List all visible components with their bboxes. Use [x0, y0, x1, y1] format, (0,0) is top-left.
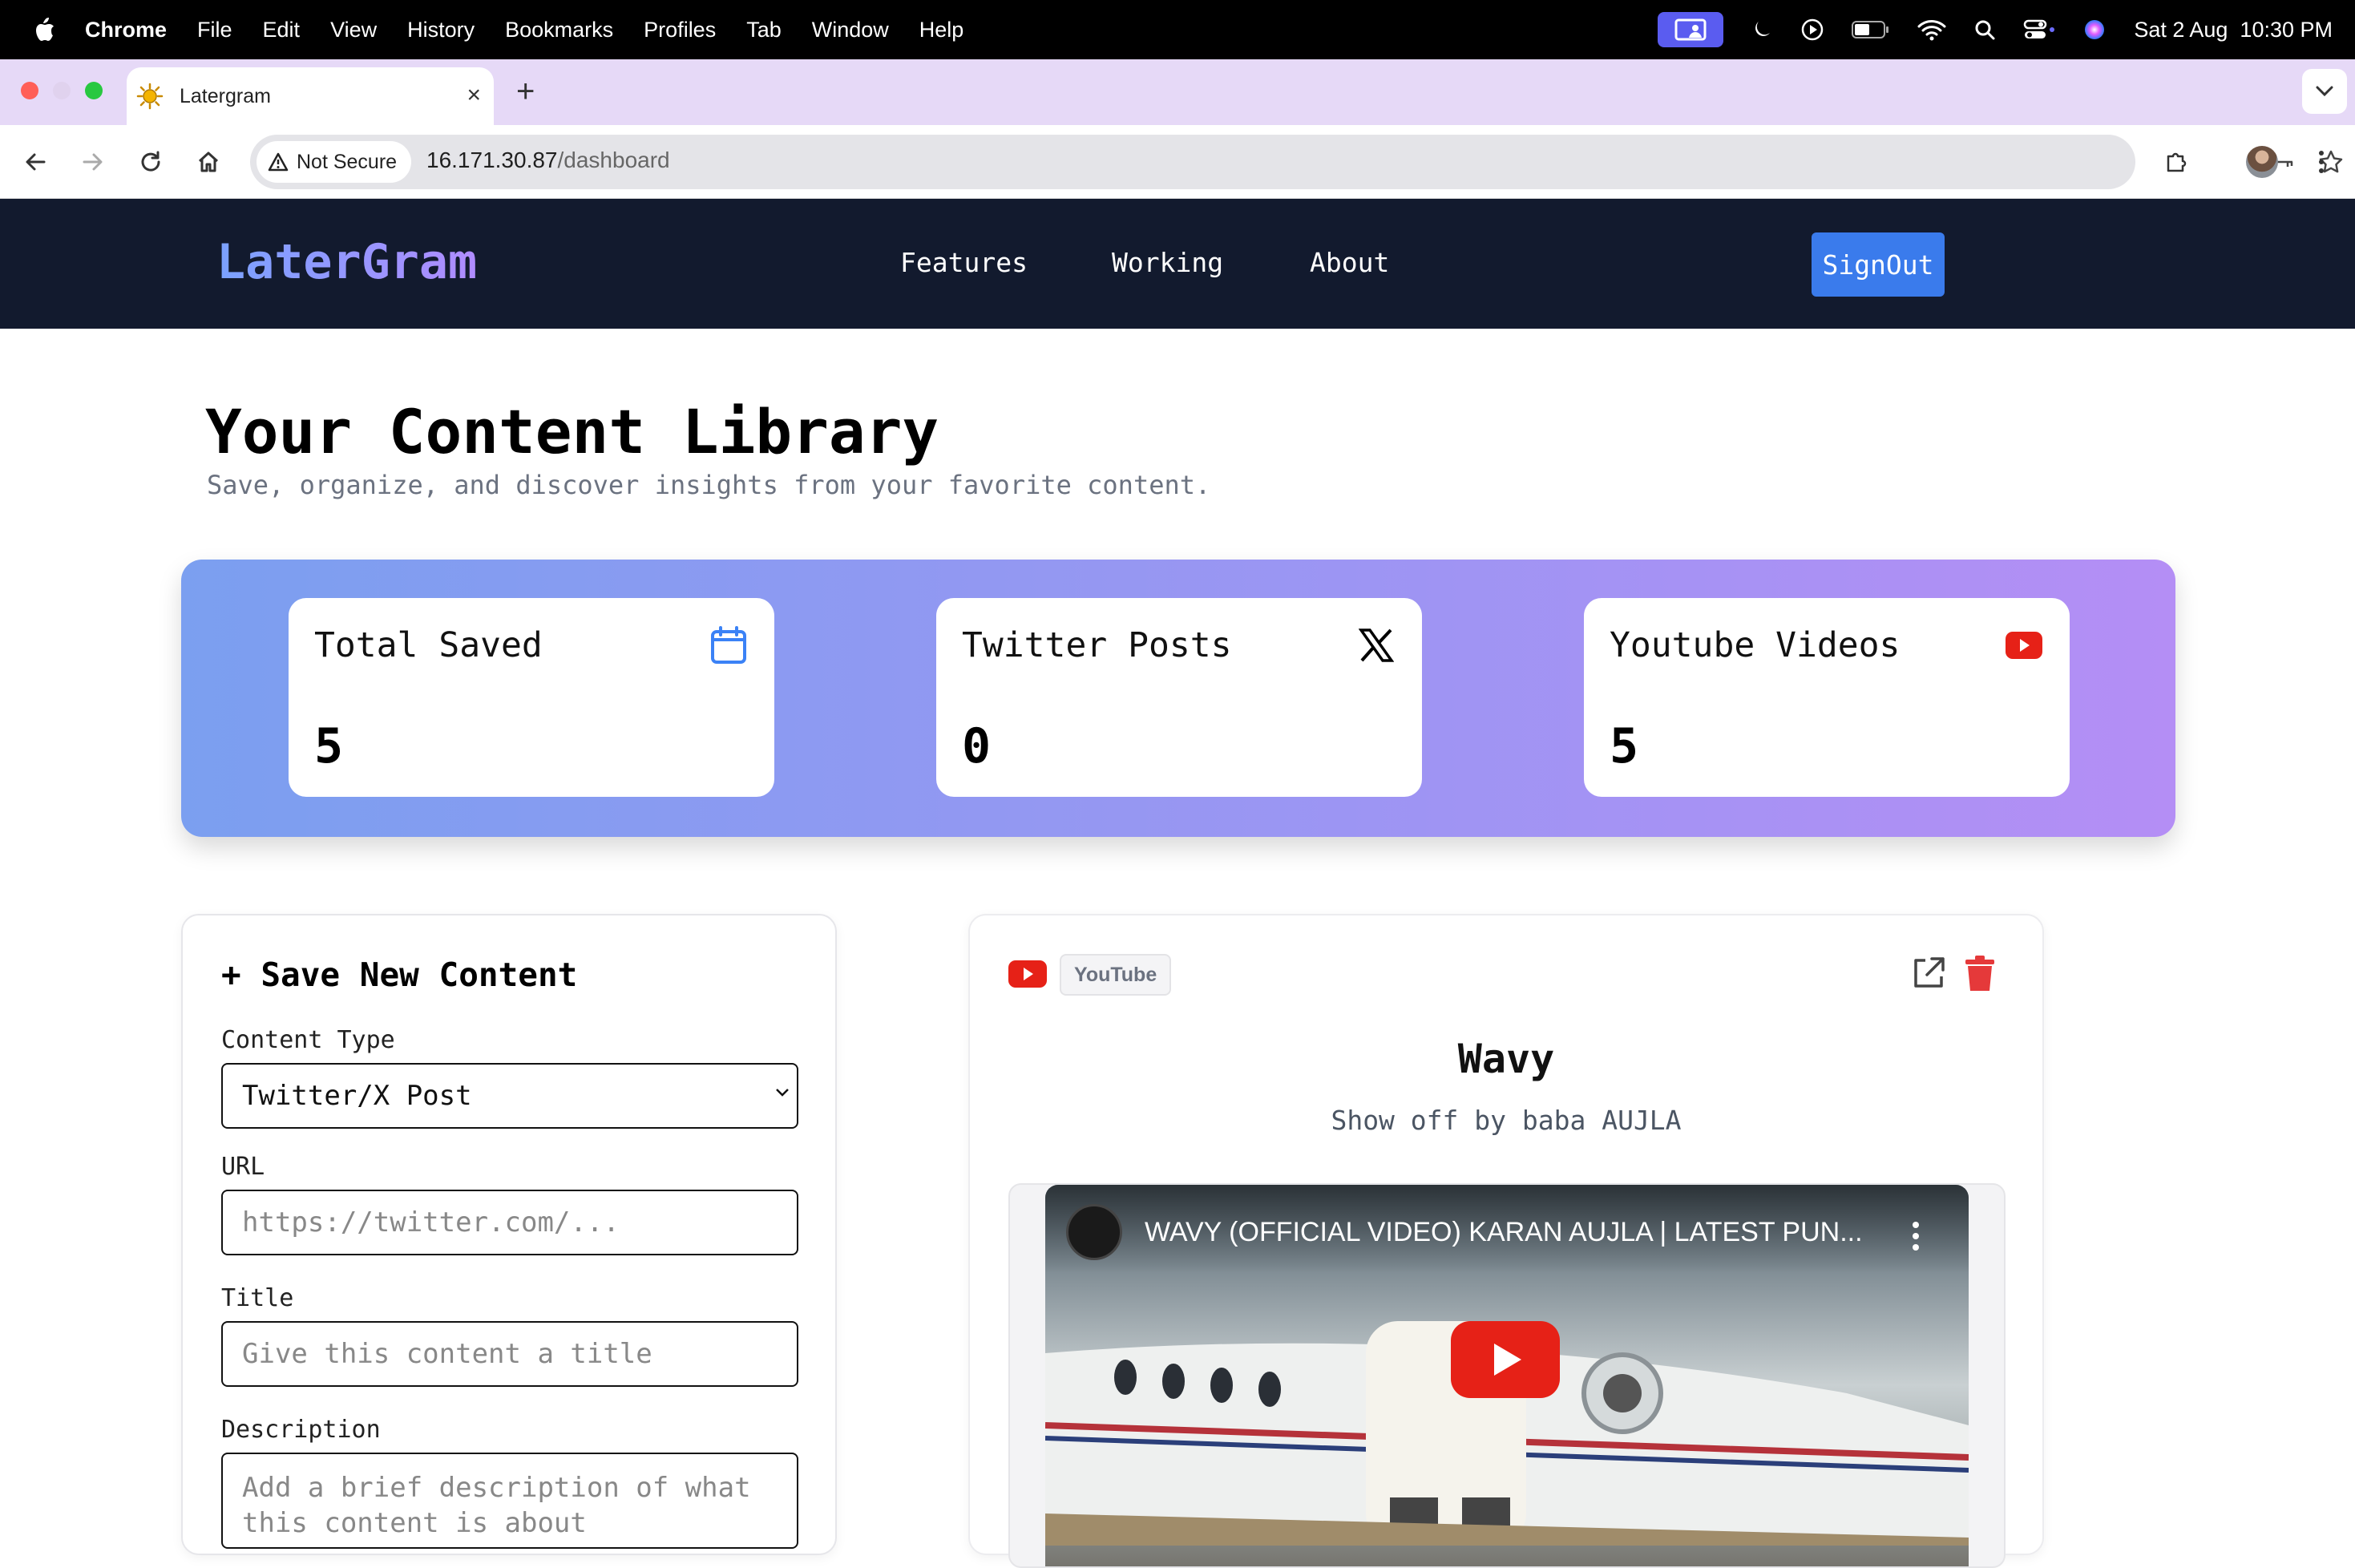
play-button-icon[interactable] [1451, 1321, 1560, 1398]
url-text[interactable]: 16.171.30.87/dashboard [426, 148, 670, 173]
menu-help[interactable]: Help [919, 18, 964, 42]
page-subtitle: Save, organize, and discover insights fr… [207, 470, 1211, 500]
content-description: Show off by baba AUJLA [1331, 1105, 1682, 1136]
content-card: YouTube Wavy Show off by baba AUJLA WAVY… [968, 914, 2044, 1568]
title-label: Title [221, 1284, 294, 1312]
tab-search-button[interactable] [2302, 69, 2347, 114]
description-textarea[interactable]: Add a brief description of what this con… [221, 1453, 798, 1549]
stats-panel: Total Saved 5 Twitter Posts 0 Youtube Vi… [181, 560, 2175, 837]
address-bar[interactable]: Not Secure 16.171.30.87/dashboard [250, 135, 2343, 189]
menu-view[interactable]: View [330, 18, 377, 42]
title-placeholder: Give this content a title [242, 1338, 652, 1370]
description-placeholder: Add a brief description of what this con… [242, 1472, 751, 1539]
page-title: Your Content Library [205, 396, 939, 467]
menu-file[interactable]: File [197, 18, 232, 42]
menu-edit[interactable]: Edit [263, 18, 301, 42]
trash-icon[interactable] [1962, 954, 1998, 992]
youtube-icon [1008, 960, 1047, 988]
wifi-icon[interactable] [1917, 18, 1946, 41]
menu-app-name[interactable]: Chrome [85, 18, 167, 42]
stat-card-total-saved: Total Saved 5 [289, 598, 774, 797]
back-arrow-icon[interactable] [19, 146, 51, 178]
video-embed-frame: WAVY (OFFICIAL VIDEO) KARAN AUJLA | LATE… [1008, 1183, 2006, 1568]
screen-share-icon[interactable] [1658, 12, 1724, 47]
app-navbar: LaterGram Features Working About SignOut [0, 199, 2355, 329]
stat-label: Youtube Videos [1610, 625, 1901, 665]
chevron-down-icon [776, 1089, 789, 1097]
content-title: Wavy [1457, 1036, 1555, 1082]
media-play-icon[interactable] [1800, 18, 1824, 42]
menu-window[interactable]: Window [812, 18, 889, 42]
signout-button[interactable]: SignOut [1812, 232, 1945, 297]
content-type-value: Twitter/X Post [242, 1080, 472, 1112]
extensions-puzzle-icon[interactable] [2161, 146, 2193, 178]
latergram-logo[interactable]: LaterGram [216, 234, 477, 290]
channel-avatar[interactable] [1066, 1204, 1122, 1260]
url-input[interactable]: https://twitter.com/... [221, 1190, 798, 1255]
home-icon[interactable] [192, 146, 224, 178]
save-content-form: + Save New Content Content Type Twitter/… [181, 914, 837, 1555]
browser-tab-active[interactable]: Latergram × [127, 67, 494, 125]
url-placeholder: https://twitter.com/... [242, 1206, 620, 1239]
stat-label: Twitter Posts [962, 625, 1232, 665]
title-input[interactable]: Give this content a title [221, 1321, 798, 1387]
apple-logo-icon[interactable] [32, 16, 56, 43]
spotlight-search-icon[interactable] [1973, 18, 1996, 41]
reload-icon[interactable] [135, 146, 167, 178]
url-host: 16.171.30.87 [426, 148, 558, 172]
warning-triangle-icon [268, 152, 289, 172]
tab-close-icon[interactable]: × [467, 83, 481, 107]
security-label: Not Secure [297, 150, 398, 173]
stat-label: Total Saved [314, 625, 543, 665]
content-type-label: Content Type [221, 1026, 395, 1054]
browser-tab-strip: Latergram × + [0, 59, 2355, 125]
stat-value: 5 [1610, 718, 1639, 774]
youtube-video-player[interactable]: WAVY (OFFICIAL VIDEO) KARAN AUJLA | LATE… [1045, 1185, 1969, 1566]
menu-history[interactable]: History [407, 18, 475, 42]
browser-toolbar: Not Secure 16.171.30.87/dashboard [0, 125, 2355, 199]
chevron-down-icon [2316, 86, 2333, 97]
profile-avatar[interactable] [2246, 146, 2278, 178]
calendar-icon [709, 625, 749, 665]
stat-value: 5 [314, 718, 344, 774]
menu-profiles[interactable]: Profiles [644, 18, 716, 42]
external-link-icon[interactable] [1911, 956, 1946, 991]
menu-bookmarks[interactable]: Bookmarks [505, 18, 613, 42]
url-label: URL [221, 1153, 265, 1181]
window-close-button[interactable] [21, 82, 38, 99]
youtube-icon [2004, 625, 2044, 665]
siri-icon[interactable] [2082, 18, 2107, 42]
video-more-icon[interactable] [1911, 1220, 1921, 1252]
video-title[interactable]: WAVY (OFFICIAL VIDEO) KARAN AUJLA | LATE… [1145, 1217, 1863, 1248]
menu-tab[interactable]: Tab [746, 18, 782, 42]
url-path: /dashboard [557, 148, 670, 172]
sun-favicon-icon [136, 83, 164, 110]
stat-value: 0 [962, 718, 992, 774]
window-minimize-button[interactable] [53, 82, 71, 99]
tab-title: Latergram [180, 84, 271, 107]
forward-arrow-icon[interactable] [77, 146, 109, 178]
focus-moon-icon[interactable] [1751, 18, 1773, 41]
x-logo-icon [1356, 625, 1396, 665]
content-type-select[interactable]: Twitter/X Post [221, 1063, 798, 1129]
kebab-menu-icon[interactable] [2305, 146, 2337, 178]
battery-icon[interactable] [1852, 20, 1890, 39]
macos-menu-bar: Chrome File Edit View History Bookmarks … [0, 0, 2355, 59]
description-label: Description [221, 1416, 381, 1444]
nav-working[interactable]: Working [1112, 247, 1223, 278]
control-center-icon[interactable] [2023, 18, 2055, 41]
stat-card-twitter-posts: Twitter Posts 0 [936, 598, 1422, 797]
stat-card-youtube-videos: Youtube Videos 5 [1584, 598, 2070, 797]
new-tab-button[interactable]: + [516, 75, 535, 107]
platform-badge: YouTube [1060, 954, 1172, 996]
menu-datetime[interactable]: Sat 2 Aug 10:30 PM [2134, 18, 2333, 42]
nav-features[interactable]: Features [900, 247, 1028, 278]
nav-about[interactable]: About [1310, 247, 1389, 278]
window-zoom-button[interactable] [85, 82, 103, 99]
form-title: + Save New Content [221, 956, 578, 994]
site-security-chip[interactable]: Not Secure [257, 141, 412, 183]
